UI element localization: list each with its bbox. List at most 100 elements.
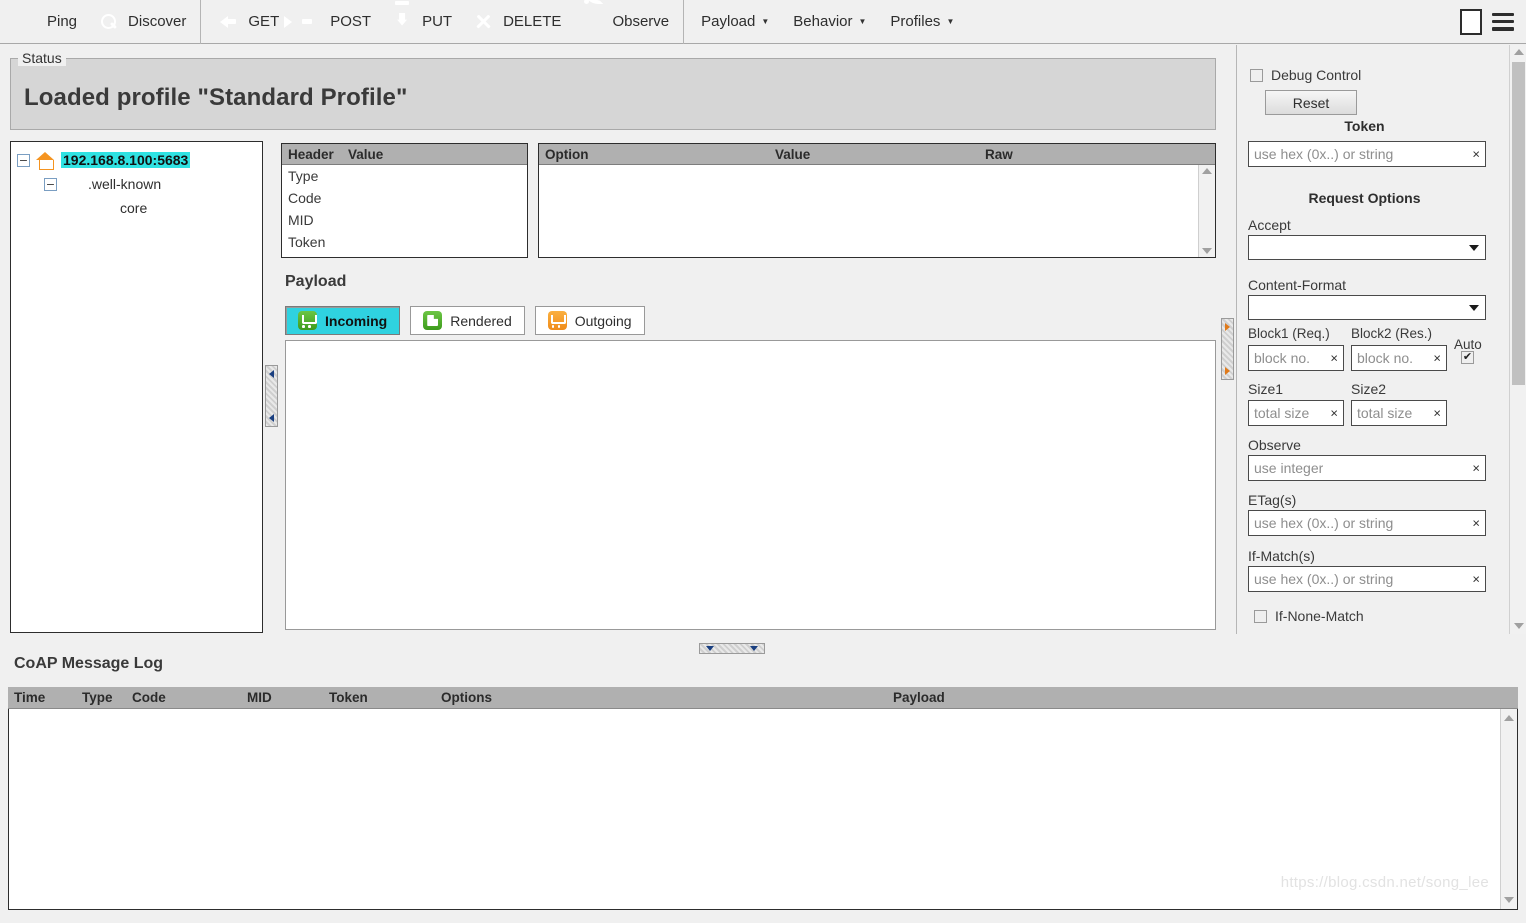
- observe-input[interactable]: use integer ×: [1248, 455, 1486, 481]
- menu-payload[interactable]: Payload ▼: [689, 6, 781, 38]
- etag-input[interactable]: use hex (0x..) or string ×: [1248, 510, 1486, 536]
- discover-icon: [95, 9, 121, 35]
- observe-placeholder: use integer: [1254, 460, 1324, 476]
- if-none-match-row[interactable]: If-None-Match: [1254, 608, 1364, 624]
- tab-outgoing-label: Outgoing: [574, 312, 632, 329]
- observe-label: Observe: [1248, 437, 1301, 453]
- block2-input[interactable]: block no. ×: [1351, 345, 1447, 371]
- table-row[interactable]: MID: [282, 209, 527, 231]
- menu-behavior[interactable]: Behavior ▼: [781, 6, 878, 38]
- table-row[interactable]: Token: [282, 231, 527, 253]
- auto-checkbox[interactable]: ✔: [1461, 351, 1474, 364]
- if-none-match-checkbox[interactable]: [1254, 609, 1267, 623]
- chevron-down-icon: [1469, 244, 1479, 251]
- post-label: POST: [330, 13, 372, 30]
- ping-icon: [14, 9, 40, 35]
- tree-expand-toggle-well-known[interactable]: −: [44, 177, 57, 191]
- clear-size1-icon[interactable]: ×: [1330, 406, 1338, 421]
- size2-input[interactable]: total size ×: [1351, 400, 1447, 426]
- get-button[interactable]: GET: [206, 5, 288, 39]
- header-col-value: Value: [348, 146, 384, 162]
- clear-observe-icon[interactable]: ×: [1472, 461, 1480, 476]
- put-button[interactable]: PUT: [380, 5, 461, 39]
- clear-block1-icon[interactable]: ×: [1330, 351, 1338, 366]
- debug-control-checkbox[interactable]: [1250, 68, 1263, 82]
- scroll-down-icon[interactable]: [1513, 623, 1524, 629]
- log-col-mid: MID: [247, 690, 272, 705]
- request-options-panel: Debug Control Reset Token use hex (0x..)…: [1236, 45, 1526, 634]
- splitter-collapse-right-icon[interactable]: [1225, 323, 1230, 331]
- resource-tree[interactable]: − 192.168.8.100:5683 − .well-known core: [10, 141, 263, 633]
- request-options-heading: Request Options: [1308, 190, 1421, 206]
- size1-label: Size1: [1248, 381, 1284, 397]
- scroll-up-icon[interactable]: [1513, 49, 1524, 55]
- clear-token-icon[interactable]: ×: [1472, 147, 1480, 162]
- clear-block2-icon[interactable]: ×: [1433, 351, 1441, 366]
- tree-node-well-known[interactable]: − .well-known: [11, 172, 262, 196]
- splitter-collapse-down-icon[interactable]: [706, 646, 714, 651]
- clear-etag-icon[interactable]: ×: [1472, 516, 1480, 531]
- home-icon: [35, 150, 56, 171]
- clear-if-match-icon[interactable]: ×: [1472, 572, 1480, 587]
- tree-node-root[interactable]: − 192.168.8.100:5683: [11, 148, 262, 172]
- log-col-code: Code: [132, 690, 166, 705]
- table-row[interactable]: Code: [282, 187, 527, 209]
- scroll-up-icon[interactable]: [1202, 168, 1212, 174]
- log-col-payload: Payload: [893, 690, 945, 705]
- chevron-down-icon: [1469, 304, 1479, 311]
- observe-icon: [579, 0, 605, 35]
- tab-rendered[interactable]: Rendered: [410, 306, 525, 335]
- splitter-collapse-right-icon[interactable]: [269, 414, 274, 422]
- header-row-token: Token: [288, 234, 326, 250]
- block1-input[interactable]: block no. ×: [1248, 345, 1344, 371]
- tree-node-core[interactable]: core: [11, 196, 262, 220]
- header-table[interactable]: Header Value Type Code MID Token: [281, 143, 528, 258]
- payload-text-area[interactable]: [285, 340, 1216, 630]
- left-panel-splitter[interactable]: [265, 365, 278, 427]
- ping-button[interactable]: Ping: [5, 5, 86, 39]
- tree-expand-toggle-root[interactable]: −: [17, 153, 30, 167]
- right-panel-splitter[interactable]: [1221, 318, 1234, 380]
- scrollbar-thumb[interactable]: [1512, 62, 1525, 385]
- splitter-collapse-up-icon[interactable]: [750, 646, 758, 651]
- tab-incoming-label: Incoming: [325, 312, 388, 329]
- size1-placeholder: total size: [1254, 405, 1310, 421]
- menu-profiles-label: Profiles: [890, 13, 941, 30]
- scroll-down-icon[interactable]: [1202, 248, 1212, 254]
- debug-control-row[interactable]: Debug Control: [1250, 67, 1361, 83]
- options-table[interactable]: Option Value Raw: [538, 143, 1216, 258]
- hamburger-menu-icon[interactable]: [1492, 12, 1514, 31]
- log-table-body[interactable]: https://blog.csdn.net/song_lee: [8, 709, 1518, 910]
- content-format-select[interactable]: [1248, 295, 1486, 320]
- etag-placeholder: use hex (0x..) or string: [1254, 515, 1394, 531]
- table-row[interactable]: Type: [282, 165, 527, 187]
- log-scrollbar[interactable]: [1500, 709, 1517, 909]
- maximize-icon[interactable]: [1460, 8, 1482, 35]
- ping-label: Ping: [47, 13, 78, 30]
- if-match-input[interactable]: use hex (0x..) or string ×: [1248, 566, 1486, 592]
- splitter-collapse-left-icon[interactable]: [269, 370, 274, 378]
- splitter-collapse-left-icon[interactable]: [1225, 367, 1230, 375]
- tab-outgoing[interactable]: Outgoing: [534, 306, 645, 335]
- token-input[interactable]: use hex (0x..) or string ×: [1248, 141, 1486, 167]
- scroll-up-icon[interactable]: [1504, 715, 1514, 721]
- post-button[interactable]: POST: [288, 5, 380, 39]
- reset-button[interactable]: Reset: [1265, 90, 1357, 115]
- size1-input[interactable]: total size ×: [1248, 400, 1344, 426]
- clear-size2-icon[interactable]: ×: [1433, 406, 1441, 421]
- options-table-scrollbar[interactable]: [1198, 165, 1215, 257]
- delete-button[interactable]: DELETE: [461, 5, 570, 39]
- accept-select[interactable]: [1248, 235, 1486, 260]
- tab-incoming[interactable]: Incoming: [285, 306, 401, 335]
- chevron-down-icon: ▼: [858, 16, 867, 26]
- observe-button[interactable]: Observe: [570, 0, 678, 39]
- scroll-down-icon[interactable]: [1504, 897, 1514, 903]
- right-panel-scrollbar[interactable]: [1509, 45, 1526, 634]
- log-col-time: Time: [14, 690, 46, 705]
- discover-button[interactable]: Discover: [86, 5, 195, 39]
- globe-icon: [62, 174, 83, 195]
- menu-profiles[interactable]: Profiles ▼: [878, 6, 966, 38]
- incoming-icon: [298, 311, 317, 330]
- log-panel-splitter[interactable]: [699, 643, 765, 654]
- log-section-title: CoAP Message Log: [14, 655, 164, 672]
